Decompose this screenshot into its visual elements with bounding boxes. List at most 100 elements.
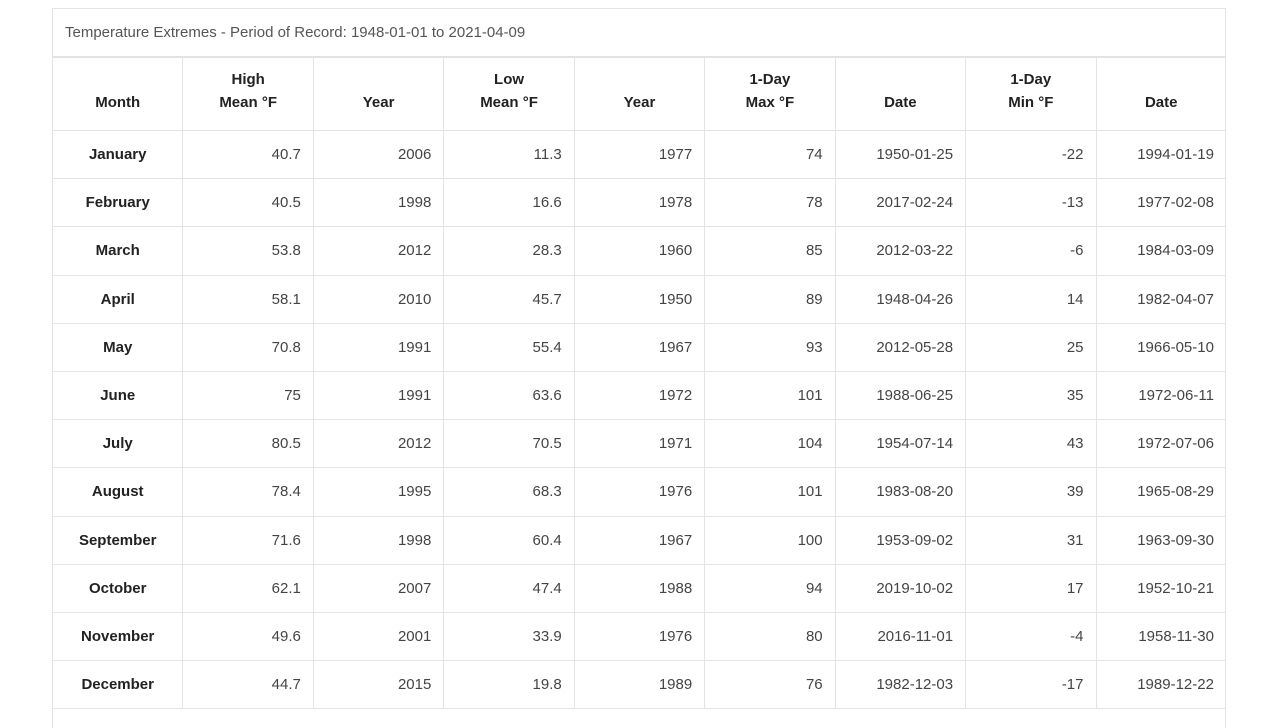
high-year-cell: 1998 [312, 178, 445, 228]
month-cell: July [53, 419, 184, 469]
temperature-extremes-table: Month High Mean °F Year Low Mean °F Year 1… [53, 57, 1225, 710]
low-mean-cell: 47.4 [443, 563, 575, 613]
high-year-cell: 2012 [312, 226, 445, 276]
max-cell: 76 [704, 660, 836, 710]
high-year-cell: 1995 [312, 467, 445, 517]
max-date-cell: 2019-10-02 [834, 563, 967, 613]
max-cell: 78 [704, 178, 836, 228]
low-year-cell: 1976 [573, 611, 706, 662]
max-date-cell: 1954-07-14 [834, 419, 967, 469]
low-mean-cell: 45.7 [443, 274, 575, 324]
min-date-cell: 1966-05-10 [1095, 322, 1225, 372]
max-date-cell: 2017-02-24 [834, 178, 967, 228]
min-date-cell: 1958-11-30 [1095, 611, 1225, 662]
header-high-mean: High Mean °F [182, 57, 314, 131]
high-mean-cell: 75 [182, 370, 314, 421]
max-cell: 80 [704, 611, 836, 662]
min-date-cell: 1977-02-08 [1095, 178, 1225, 228]
high-year-cell: 2007 [312, 563, 445, 613]
high-mean-cell: 71.6 [182, 515, 314, 565]
low-year-cell: 1988 [573, 563, 706, 613]
high-year-cell: 2010 [312, 274, 445, 324]
table-body: January 40.7 2006 11.3 1977 74 1950-01-25 -22 19… [53, 129, 1225, 710]
header-max-date: Date [834, 57, 967, 131]
min-cell: -6 [965, 226, 1097, 276]
table-header: Month High Mean °F Year Low Mean °F Year 1… [53, 57, 1225, 131]
low-year-cell: 1977 [573, 129, 706, 180]
min-cell: -17 [965, 660, 1097, 710]
min-date-cell: 1989-12-22 [1095, 660, 1225, 710]
max-date-cell: 1982-12-03 [834, 660, 967, 710]
month-cell: November [53, 611, 184, 662]
min-cell: 25 [965, 322, 1097, 372]
min-cell: 17 [965, 563, 1097, 613]
low-mean-cell: 28.3 [443, 226, 575, 276]
high-mean-cell: 44.7 [182, 660, 314, 710]
min-date-cell: 1994-01-19 [1095, 129, 1225, 180]
max-cell: 101 [704, 467, 836, 517]
min-date-cell: 1984-03-09 [1095, 226, 1225, 276]
header-row: Month High Mean °F Year Low Mean °F Year 1… [53, 57, 1225, 131]
low-mean-cell: 63.6 [443, 370, 575, 421]
table-row: May 70.8 1991 55.4 1967 93 2012-05-28 25 1966-05… [53, 322, 1225, 372]
high-mean-cell: 53.8 [182, 226, 314, 276]
max-date-cell: 2016-11-01 [834, 611, 967, 662]
month-cell: December [53, 660, 184, 710]
table-row: September 71.6 1998 60.4 1967 100 1953-09-02 31… [53, 515, 1225, 565]
high-year-cell: 2012 [312, 419, 445, 469]
max-cell: 89 [704, 274, 836, 324]
month-cell: September [53, 515, 184, 565]
high-mean-cell: 80.5 [182, 419, 314, 469]
header-low-mean: Low Mean °F [443, 57, 575, 131]
low-year-cell: 1967 [573, 515, 706, 565]
low-mean-cell: 60.4 [443, 515, 575, 565]
max-date-cell: 1988-06-25 [834, 370, 967, 421]
low-mean-cell: 55.4 [443, 322, 575, 372]
month-cell: April [53, 274, 184, 324]
header-min-date: Date [1095, 57, 1225, 131]
high-year-cell: 1991 [312, 322, 445, 372]
max-cell: 85 [704, 226, 836, 276]
min-cell: 14 [965, 274, 1097, 324]
table-caption: Temperature Extremes - Period of Record:… [53, 9, 1225, 57]
month-cell: October [53, 563, 184, 613]
max-cell: 94 [704, 563, 836, 613]
high-mean-cell: 49.6 [182, 611, 314, 662]
min-date-cell: 1972-07-06 [1095, 419, 1225, 469]
min-cell: 39 [965, 467, 1097, 517]
month-cell: January [53, 129, 184, 180]
temperature-extremes-panel: Temperature Extremes - Period of Record:… [52, 8, 1226, 728]
table-row: August 78.4 1995 68.3 1976 101 1983-08-20 39 196… [53, 467, 1225, 517]
month-cell: June [53, 370, 184, 421]
low-mean-cell: 19.8 [443, 660, 575, 710]
table-row: January 40.7 2006 11.3 1977 74 1950-01-25 -22 19… [53, 129, 1225, 180]
low-year-cell: 1976 [573, 467, 706, 517]
max-date-cell: 2012-03-22 [834, 226, 967, 276]
month-cell: February [53, 178, 184, 228]
high-year-cell: 2006 [312, 129, 445, 180]
high-mean-cell: 70.8 [182, 322, 314, 372]
max-cell: 104 [704, 419, 836, 469]
header-min: 1-Day Min °F [965, 57, 1097, 131]
high-year-cell: 1991 [312, 370, 445, 421]
max-date-cell: 2012-05-28 [834, 322, 967, 372]
high-year-cell: 1998 [312, 515, 445, 565]
table-row: July 80.5 2012 70.5 1971 104 1954-07-14 43 1972-… [53, 419, 1225, 469]
low-year-cell: 1972 [573, 370, 706, 421]
low-mean-cell: 16.6 [443, 178, 575, 228]
high-year-cell: 2001 [312, 611, 445, 662]
min-date-cell: 1972-06-11 [1095, 370, 1225, 421]
header-month: Month [53, 57, 184, 131]
min-date-cell: 1965-08-29 [1095, 467, 1225, 517]
max-date-cell: 1950-01-25 [834, 129, 967, 180]
low-mean-cell: 33.9 [443, 611, 575, 662]
min-cell: -22 [965, 129, 1097, 180]
low-mean-cell: 68.3 [443, 467, 575, 517]
min-cell: 43 [965, 419, 1097, 469]
max-cell: 93 [704, 322, 836, 372]
header-max: 1-Day Max °F [704, 57, 836, 131]
header-high-year: Year [312, 57, 445, 131]
high-mean-cell: 40.5 [182, 178, 314, 228]
max-date-cell: 1953-09-02 [834, 515, 967, 565]
table-row: October 62.1 2007 47.4 1988 94 2019-10-02 17 195… [53, 563, 1225, 613]
